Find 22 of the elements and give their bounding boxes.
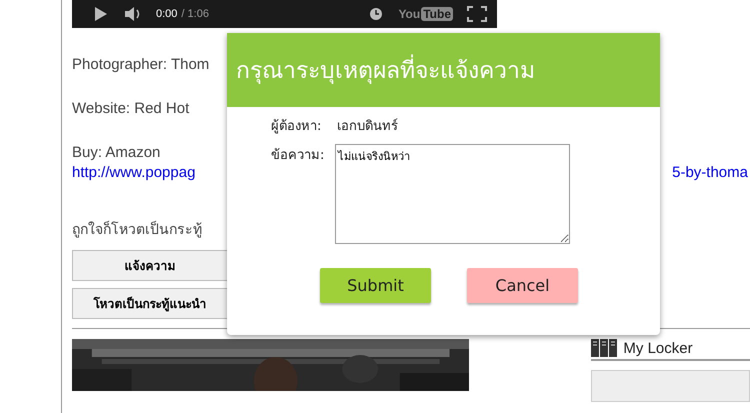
website-text: Website: Red Hot: [72, 99, 190, 119]
link[interactable]: 5-by-thoma: [672, 163, 748, 183]
link[interactable]: http://www.poppag: [72, 163, 196, 183]
report-button[interactable]: แจ้งความ: [72, 250, 228, 281]
suspect-name: เอกบดินทร์: [337, 118, 398, 136]
message-field[interactable]: ไม่แน่จริงนิหว่า: [335, 144, 570, 244]
vote-button[interactable]: โหวตเป็นกระทู้แนะนำ: [72, 288, 228, 319]
dialog-title: กรุณาระบุเหตุผลที่จะแจ้งความ: [236, 52, 535, 88]
suspect-label: ผู้ต้องหา:: [271, 118, 322, 136]
play-icon[interactable]: [94, 6, 108, 22]
clock-icon[interactable]: [370, 8, 382, 20]
fullscreen-icon[interactable]: [467, 6, 487, 22]
locker-icon: [591, 339, 618, 357]
current-time: 0:00: [156, 8, 178, 20]
buy-text: Buy: Amazon: [72, 143, 160, 163]
cancel-button[interactable]: Cancel: [467, 268, 578, 303]
photographer-text: Photographer: Thom: [72, 55, 210, 75]
message-label: ข้อความ:: [271, 147, 326, 165]
sidebar-title: My Locker: [623, 340, 693, 356]
submit-button[interactable]: Submit: [320, 268, 431, 303]
vote-prompt: ถูกใจก็โหวตเป็นกระทู้: [72, 220, 202, 240]
video-duration: / 1:06: [181, 8, 209, 20]
